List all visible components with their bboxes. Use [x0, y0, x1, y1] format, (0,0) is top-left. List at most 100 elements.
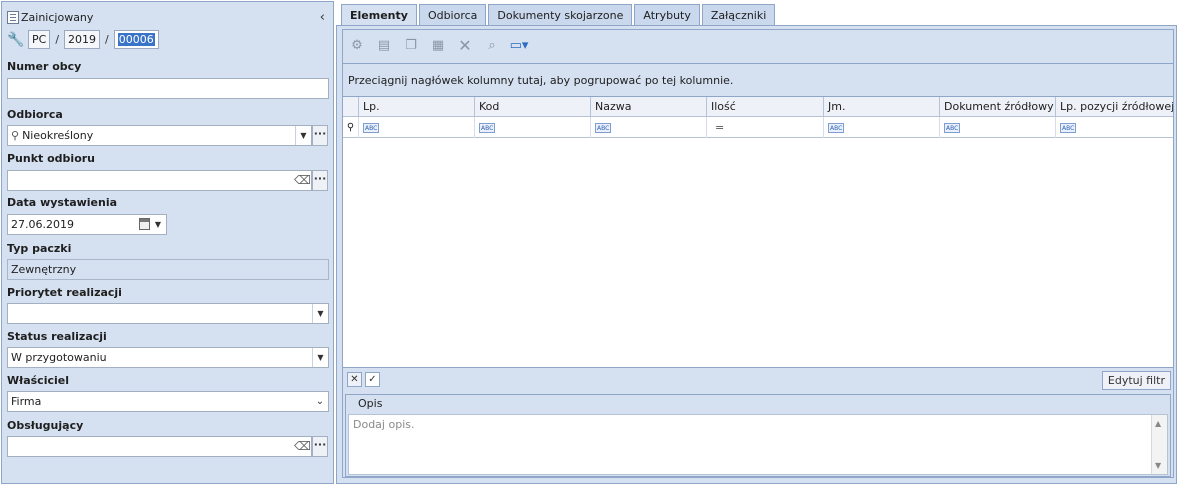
odbiorca-label: Odbiorca [7, 108, 63, 121]
column-header-kod[interactable]: Kod [475, 97, 591, 117]
clear-filter-icon[interactable]: ✕ [347, 372, 362, 387]
text-filter-icon: ABC [363, 122, 380, 133]
tab-strip: Elementy Odbiorca Dokumenty skojarzone A… [341, 4, 776, 27]
export-icon[interactable]: ▭▾ [509, 36, 529, 54]
filter-enabled-checkbox[interactable]: ✓ [365, 372, 380, 387]
punkt-odbioru-input[interactable]: ⌫ [7, 170, 312, 191]
numer-obcy-input[interactable] [7, 78, 329, 99]
grid-header-row: Lp. Kod Nazwa Ilość Jm. Dokument źródłow… [343, 97, 1173, 117]
calendar-icon[interactable] [139, 218, 150, 230]
punkt-odbioru-label: Punkt odbioru [7, 152, 96, 165]
document-header-panel: Zainicjowany ‹ 🔧 PC / 2019 / 00006 Numer… [1, 1, 334, 484]
opis-section: Opis Dodaj opis. ▲ ▼ [345, 394, 1171, 477]
column-header-ilosc[interactable]: Ilość [707, 97, 824, 117]
opis-title: Opis [358, 397, 383, 410]
edit-filter-button[interactable]: Edytuj filtr [1101, 371, 1171, 390]
text-filter-icon: ABC [595, 122, 612, 133]
paste-item-icon[interactable]: ▦ [428, 36, 448, 54]
wrench-icon[interactable]: 🔧 [7, 32, 24, 48]
opis-placeholder: Dodaj opis. [353, 418, 415, 431]
obslugujacy-input[interactable]: ⌫ [7, 436, 312, 457]
elements-panel: ⚙ ▤ ❐ ▦ ✕ ⌕ ▭▾ Przeciągnij nagłówek kolu… [336, 25, 1177, 484]
filter-cell-nazwa[interactable]: ABC [591, 117, 707, 138]
filter-cell-lp-pozycji-zrodlowej[interactable]: ABC [1056, 117, 1173, 138]
punkt-odbioru-more-button[interactable]: ··· [312, 170, 328, 191]
obslugujacy-more-button[interactable]: ··· [312, 436, 328, 457]
number-seq-value: 00006 [117, 33, 155, 46]
chevron-down-icon[interactable]: ▼ [295, 126, 311, 145]
data-wystawienia-input[interactable]: 27.06.2019 ▼ [7, 214, 167, 235]
wlasciciel-select[interactable]: Firma ⌄ [7, 391, 329, 412]
wlasciciel-value: Firma [11, 395, 42, 408]
filter-cell-dokument-zrodlowy[interactable]: ABC [940, 117, 1056, 138]
text-filter-icon: ABC [944, 122, 961, 133]
search-icon[interactable]: ⌕ [482, 36, 502, 54]
number-year-field[interactable]: 2019 [64, 30, 101, 49]
status-realizacji-value: W przygotowaniu [11, 351, 107, 364]
text-filter-icon: ABC [828, 122, 845, 133]
tab-odbiorca[interactable]: Odbiorca [418, 4, 487, 26]
document-icon [7, 11, 19, 24]
filter-cell-ilosc[interactable]: = [707, 117, 824, 138]
scroll-up-icon[interactable]: ▲ [1155, 419, 1161, 428]
chevron-down-icon[interactable]: ▼ [312, 348, 328, 367]
odbiorca-value: Nieokreślony [22, 129, 94, 142]
column-header-dokument-zrodlowy[interactable]: Dokument źródłowy [940, 97, 1056, 117]
add-item-icon[interactable]: ⚙ [347, 36, 367, 54]
scroll-down-icon[interactable]: ▼ [1155, 461, 1161, 470]
column-header-lp[interactable]: Lp. [359, 97, 475, 117]
eraser-icon[interactable]: ⌫ [294, 173, 311, 188]
eraser-icon[interactable]: ⌫ [294, 439, 311, 454]
column-header-lp-pozycji-zrodlowej[interactable]: Lp. pozycji źródłowej [1056, 97, 1173, 117]
document-number-row: 🔧 PC / 2019 / 00006 [7, 30, 159, 49]
status-realizacji-select[interactable]: W przygotowaniu ▼ [7, 347, 329, 368]
odbiorca-select[interactable]: ⚲ Nieokreślony ▼ [7, 125, 312, 146]
number-seq-field[interactable]: 00006 [113, 30, 159, 49]
filter-cell-kod[interactable]: ABC [475, 117, 591, 138]
delete-icon[interactable]: ✕ [455, 36, 475, 55]
text-filter-icon: ABC [479, 122, 496, 133]
filter-pin-icon: ⚲ [343, 117, 359, 138]
copy-item-icon[interactable]: ❐ [401, 36, 421, 54]
typ-paczki-field: Zewnętrzny [7, 259, 329, 280]
tab-dokumenty-skojarzone[interactable]: Dokumenty skojarzone [488, 4, 633, 26]
obslugujacy-label: Obsługujący [7, 419, 84, 432]
data-wystawienia-label: Data wystawienia [7, 196, 118, 209]
tab-elementy[interactable]: Elementy [341, 4, 417, 27]
wlasciciel-label: Właściciel [7, 374, 69, 387]
opis-textarea[interactable]: Dodaj opis. ▲ ▼ [348, 414, 1168, 475]
chevron-down-icon[interactable]: ▼ [312, 304, 328, 323]
chevron-down-icon[interactable]: ▼ [150, 215, 166, 234]
number-separator: / [105, 33, 109, 46]
number-prefix-field[interactable]: PC [28, 30, 51, 49]
collapse-panel-icon[interactable]: ‹ [320, 10, 325, 25]
chevron-down-icon[interactable]: ⌄ [312, 392, 328, 411]
grid-toolbar: ⚙ ▤ ❐ ▦ ✕ ⌕ ▭▾ [347, 35, 529, 55]
typ-paczki-label: Typ paczki [7, 242, 72, 255]
row-header-cell [343, 97, 359, 117]
status-realizacji-label: Status realizacji [7, 330, 107, 343]
column-header-jm[interactable]: Jm. [824, 97, 940, 117]
status-label: Zainicjowany [21, 11, 94, 24]
priorytet-select[interactable]: ▼ [7, 303, 329, 324]
equals-filter-icon: = [715, 121, 725, 134]
search-icon: ⚲ [11, 129, 20, 142]
priorytet-label: Priorytet realizacji [7, 286, 122, 299]
tab-zalaczniki[interactable]: Załączniki [701, 4, 776, 26]
tab-atrybuty[interactable]: Atrybuty [634, 4, 700, 26]
text-filter-icon: ABC [1060, 122, 1077, 133]
opis-scrollbar[interactable]: ▲ ▼ [1151, 415, 1167, 474]
elements-grid[interactable]: Lp. Kod Nazwa Ilość Jm. Dokument źródłow… [343, 96, 1173, 367]
filter-cell-jm[interactable]: ABC [824, 117, 940, 138]
numer-obcy-label: Numer obcy [7, 60, 82, 73]
group-by-hint[interactable]: Przeciągnij nagłówek kolumny tutaj, aby … [343, 63, 1173, 96]
filter-row: ⚲ ABC ABC ABC = ABC ABC ABC [343, 117, 1173, 138]
filter-cell-lp[interactable]: ABC [359, 117, 475, 138]
data-wystawienia-value: 27.06.2019 [11, 218, 74, 231]
number-separator: / [55, 33, 60, 46]
edit-item-icon[interactable]: ▤ [374, 36, 394, 54]
status-row: Zainicjowany [7, 11, 93, 24]
column-header-nazwa[interactable]: Nazwa [591, 97, 707, 117]
odbiorca-more-button[interactable]: ··· [312, 125, 328, 146]
elements-container: ⚙ ▤ ❐ ▦ ✕ ⌕ ▭▾ Przeciągnij nagłówek kolu… [342, 29, 1174, 478]
